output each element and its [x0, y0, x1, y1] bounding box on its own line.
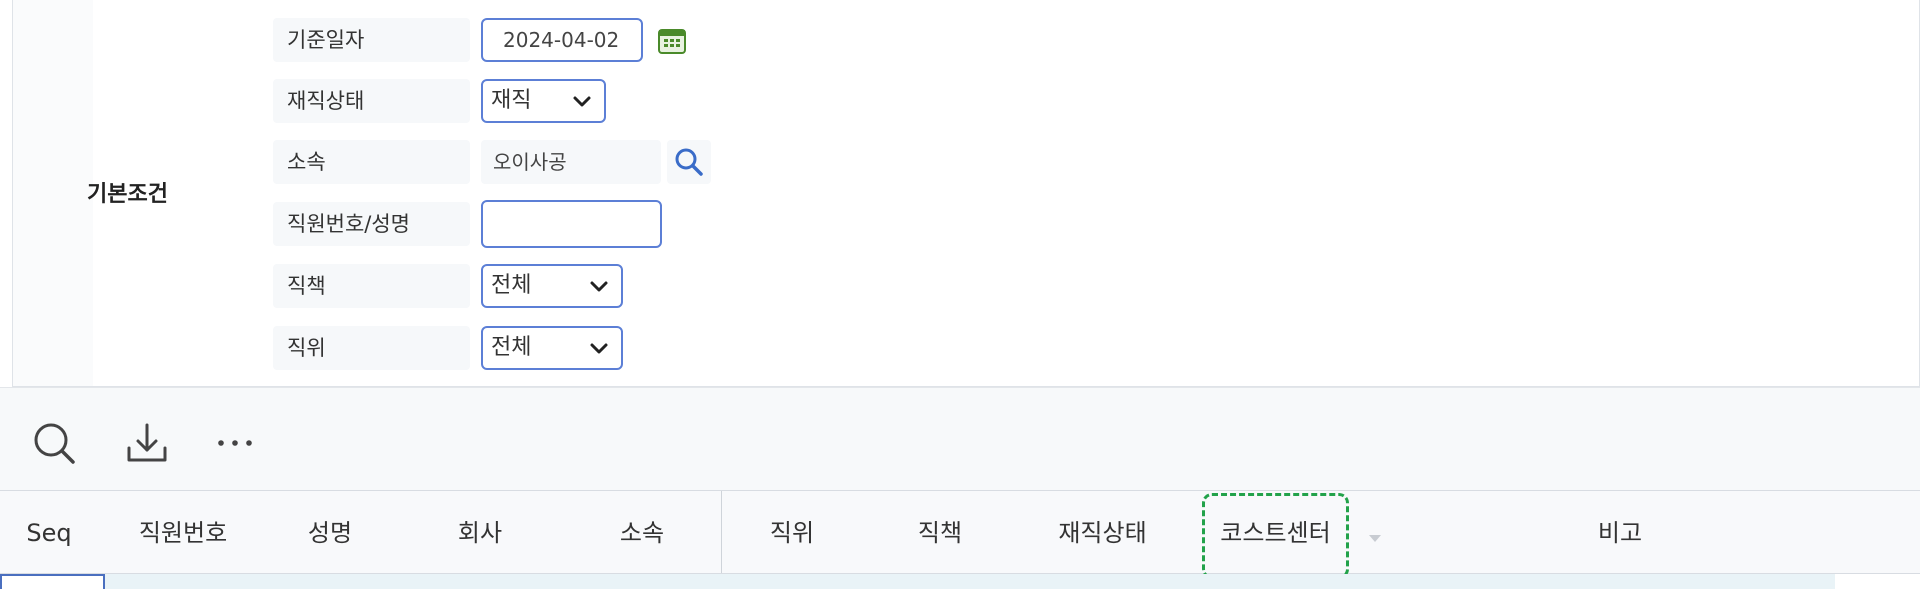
employee-label: 직원번호/성명 [273, 202, 470, 246]
duty-label: 직책 [273, 264, 470, 308]
frozen-column-divider [721, 491, 722, 573]
more-icon[interactable] [210, 418, 260, 468]
duty-value: 전체 [491, 273, 532, 298]
column-header-seq[interactable]: Seq [14, 491, 84, 575]
position-value: 전체 [491, 335, 532, 360]
grid-toolbar [0, 387, 1920, 490]
employment-status-label: 재직상태 [273, 79, 470, 123]
department-value: 오이사공 [481, 140, 661, 184]
cost-center-highlight [1202, 493, 1349, 579]
employment-status-value: 재직 [491, 88, 532, 113]
duty-select[interactable]: 전체 [481, 264, 623, 308]
column-header-name[interactable]: 성명 [290, 491, 370, 575]
search-icon[interactable] [29, 418, 79, 468]
grid-header: Seq 직원번호 성명 회사 소속 직위 직책 재직상태 코스트센터 비고 [0, 490, 1920, 574]
department-label: 소속 [273, 140, 470, 184]
column-header-duty[interactable]: 직책 [900, 491, 980, 575]
base-date-label: 기준일자 [273, 18, 470, 62]
column-header-company[interactable]: 회사 [440, 491, 520, 575]
employment-status-select[interactable]: 재직 [481, 79, 606, 123]
column-header-employment-status[interactable]: 재직상태 [1045, 491, 1160, 575]
table-row[interactable] [0, 574, 1835, 589]
selected-cell[interactable] [0, 574, 105, 589]
position-label: 직위 [273, 326, 470, 370]
column-header-position[interactable]: 직위 [752, 491, 832, 575]
calendar-icon[interactable] [656, 25, 688, 57]
column-header-employee-number[interactable]: 직원번호 [118, 491, 248, 575]
chevron-down-icon [573, 96, 591, 107]
download-icon[interactable] [122, 418, 172, 468]
sort-caret-icon[interactable] [1369, 535, 1381, 542]
employee-input[interactable] [481, 200, 662, 248]
column-header-department[interactable]: 소속 [602, 491, 682, 575]
section-label: 기본조건 [87, 182, 168, 207]
column-header-remarks[interactable]: 비고 [1580, 491, 1660, 575]
chevron-down-icon [590, 281, 608, 292]
chevron-down-icon [590, 343, 608, 354]
base-date-input[interactable]: 2024-04-02 [481, 18, 643, 62]
panel-left-gutter [13, 0, 93, 386]
department-search-icon[interactable] [667, 140, 711, 184]
position-select[interactable]: 전체 [481, 326, 623, 370]
